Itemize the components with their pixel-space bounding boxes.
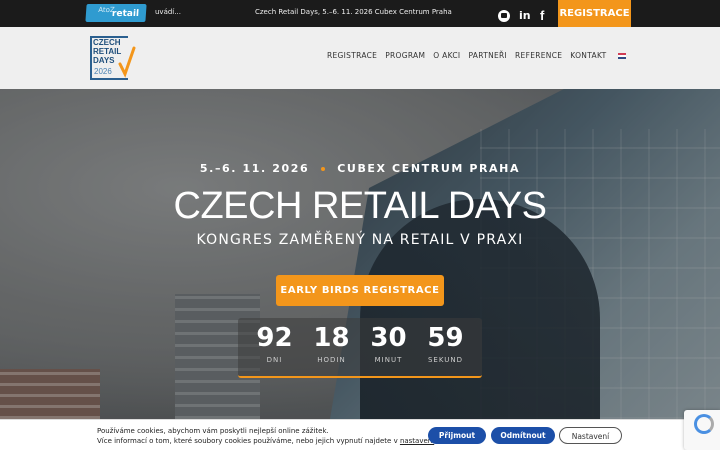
hero-section: 5.–6. 11. 2026 CUBEX CENTRUM PRAHA CZECH … bbox=[0, 89, 720, 419]
countdown-hours: 18 HODIN bbox=[307, 318, 357, 376]
cookie-line-2: Více informací o tom, které soubory cook… bbox=[97, 436, 436, 446]
atoz-retail-logo[interactable]: AtoZ retail bbox=[85, 4, 147, 22]
atoz-logo-big: retail bbox=[111, 9, 140, 19]
countdown-label: HODIN bbox=[317, 356, 346, 364]
countdown-days: 92 DNI bbox=[250, 318, 300, 376]
nav-item-kontakt[interactable]: KONTAKT bbox=[570, 51, 606, 60]
nav-links: REGISTRACE PROGRAM O AKCI PARTNEŘI REFER… bbox=[327, 51, 606, 60]
nav-item-partneri[interactable]: PARTNEŘI bbox=[468, 51, 507, 60]
cookie-consent-bar: Používáme cookies, abychom vám poskytli … bbox=[0, 419, 720, 450]
countdown-value: 59 bbox=[427, 323, 464, 353]
main-navigation: CZECH RETAIL DAYS 2026 REGISTRACE PROGRA… bbox=[0, 27, 720, 89]
presents-text: uvádí... bbox=[155, 8, 181, 16]
english-flag-icon[interactable] bbox=[618, 53, 626, 59]
checkmark-icon bbox=[118, 46, 136, 78]
event-venue: CUBEX CENTRUM PRAHA bbox=[337, 162, 521, 175]
logo-year: 2026 bbox=[94, 67, 112, 76]
nav-item-registrace[interactable]: REGISTRACE bbox=[327, 51, 377, 60]
cookie-line-2-text: Více informací o tom, které soubory cook… bbox=[97, 437, 400, 445]
separator-dot bbox=[321, 167, 326, 171]
countdown-seconds: 59 SEKUND bbox=[421, 318, 471, 376]
youtube-icon[interactable] bbox=[498, 10, 510, 22]
countdown-label: SEKUND bbox=[427, 356, 464, 364]
cookie-line-1: Používáme cookies, abychom vám poskytli … bbox=[97, 427, 329, 435]
recaptcha-badge[interactable] bbox=[684, 410, 720, 450]
czech-retail-days-logo[interactable]: CZECH RETAIL DAYS 2026 bbox=[90, 36, 142, 80]
countdown-label: MINUT bbox=[374, 356, 403, 364]
countdown-minutes: 30 MINUT bbox=[364, 318, 414, 376]
nav-item-reference[interactable]: REFERENCE bbox=[515, 51, 562, 60]
event-info-text: Czech Retail Days, 5.–6. 11. 2026 Cubex … bbox=[255, 8, 452, 16]
cookie-settings-button[interactable]: Nastavení bbox=[559, 427, 622, 444]
hero-title: CZECH RETAIL DAYS bbox=[173, 185, 547, 227]
cookie-reject-button[interactable]: Odmítnout bbox=[491, 427, 555, 444]
logo-line-1: CZECH bbox=[93, 38, 121, 47]
facebook-icon[interactable]: f bbox=[540, 8, 544, 23]
countdown-label: DNI bbox=[266, 356, 283, 364]
countdown-value: 92 bbox=[256, 323, 293, 353]
cookie-accept-button[interactable]: Přijmout bbox=[428, 427, 486, 444]
cookie-text: Používáme cookies, abychom vám poskytli … bbox=[97, 426, 436, 446]
hero-subtitle: KONGRES ZAMĚŘENÝ NA RETAIL V PRAXI bbox=[196, 232, 524, 248]
linkedin-icon[interactable]: in bbox=[519, 9, 531, 22]
hero-dates: 5.–6. 11. 2026 CUBEX CENTRUM PRAHA bbox=[0, 162, 720, 175]
countdown-timer: 92 DNI 18 HODIN 30 MINUT 59 SEKUND bbox=[238, 318, 482, 378]
top-bar: AtoZ retail uvádí... Czech Retail Days, … bbox=[0, 0, 720, 27]
top-register-button[interactable]: REGISTRACE bbox=[558, 0, 631, 27]
countdown-value: 18 bbox=[313, 323, 350, 353]
event-dates: 5.–6. 11. 2026 bbox=[199, 162, 310, 175]
nav-item-program[interactable]: PROGRAM bbox=[385, 51, 425, 60]
logo-line-3: DAYS bbox=[93, 56, 115, 65]
early-birds-button[interactable]: EARLY BIRDS REGISTRACE bbox=[276, 275, 444, 306]
nav-item-o-akci[interactable]: O AKCI bbox=[433, 51, 460, 60]
countdown-value: 30 bbox=[370, 323, 407, 353]
